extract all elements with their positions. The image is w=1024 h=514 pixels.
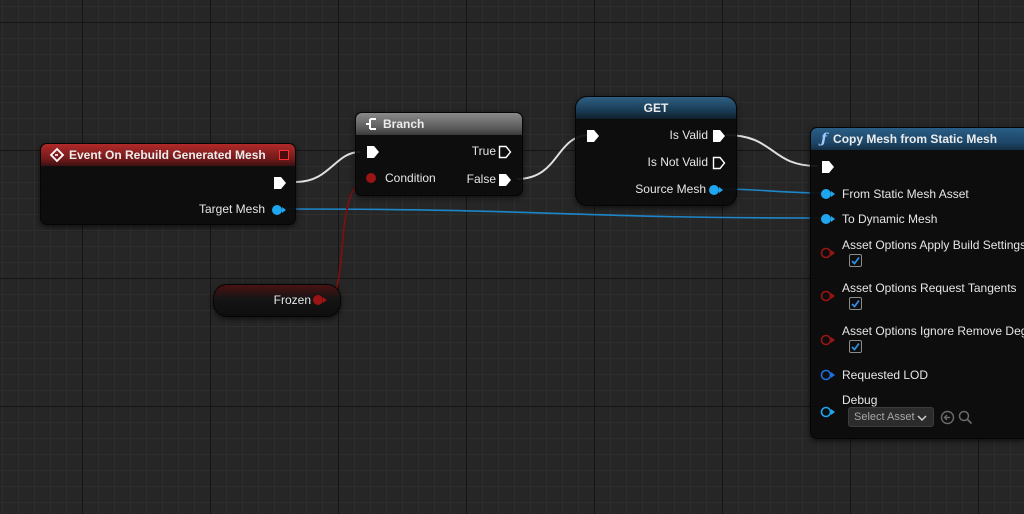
function-f-icon: ƒ bbox=[821, 131, 828, 147]
debug-label: Debug bbox=[842, 393, 878, 407]
requested-lod-pin[interactable] bbox=[820, 369, 836, 381]
condition-in-pin[interactable] bbox=[365, 172, 379, 184]
get-exec-in-pin[interactable] bbox=[586, 129, 600, 143]
frozen-out-pin[interactable] bbox=[312, 294, 328, 306]
branch-node-header[interactable]: Branch bbox=[356, 113, 522, 135]
is-not-valid-exec-out-pin[interactable] bbox=[712, 156, 726, 170]
event-diamond-icon bbox=[49, 147, 65, 163]
get-node-title: GET bbox=[643, 101, 669, 115]
false-exec-out-pin[interactable] bbox=[498, 173, 512, 187]
apply-build-settings-pin[interactable] bbox=[820, 247, 836, 259]
true-label: True bbox=[471, 144, 496, 158]
source-mesh-out-pin[interactable] bbox=[708, 184, 724, 196]
search-icon[interactable] bbox=[958, 410, 973, 425]
branch-node[interactable]: Branch True Condition False bbox=[355, 112, 523, 196]
use-selected-asset-icon[interactable] bbox=[940, 410, 955, 425]
from-static-mesh-asset-label: From Static Mesh Asset bbox=[842, 187, 969, 201]
chevron-down-icon bbox=[917, 415, 927, 422]
false-label: False bbox=[466, 172, 496, 186]
ignore-remove-degenerates-pin[interactable] bbox=[820, 334, 836, 346]
get-node[interactable]: GET Is Valid Is Not Valid Source Mesh bbox=[575, 96, 737, 206]
get-node-header[interactable]: GET bbox=[576, 97, 736, 119]
frozen-variable-node[interactable]: Frozen bbox=[213, 284, 341, 317]
apply-build-settings-checkbox[interactable] bbox=[849, 254, 862, 267]
event-node-header[interactable]: Event On Rebuild Generated Mesh bbox=[41, 144, 295, 166]
bool-wire-frozen-to-condition bbox=[325, 177, 372, 301]
request-tangents-checkbox[interactable] bbox=[849, 297, 862, 310]
target-mesh-label: Target Mesh bbox=[198, 202, 265, 216]
checkmark-icon bbox=[851, 256, 860, 265]
source-mesh-label: Source Mesh bbox=[635, 182, 706, 196]
branch-node-title: Branch bbox=[383, 117, 425, 131]
is-valid-exec-out-pin[interactable] bbox=[712, 129, 726, 143]
checkmark-icon bbox=[851, 342, 860, 351]
debug-select-value: Select Asset bbox=[854, 411, 915, 423]
debug-asset-select[interactable]: Select Asset bbox=[848, 407, 934, 427]
copy-exec-in-pin[interactable] bbox=[821, 160, 835, 174]
checkmark-icon bbox=[851, 299, 860, 308]
request-tangents-pin[interactable] bbox=[820, 290, 836, 302]
event-node[interactable]: Event On Rebuild Generated Mesh Target M… bbox=[40, 143, 296, 225]
branch-icon bbox=[366, 118, 376, 130]
requested-lod-label: Requested LOD bbox=[842, 368, 929, 382]
ignore-remove-degenerates-label: Asset Options Ignore Remove Dege bbox=[842, 324, 1024, 338]
copy-mesh-node-header[interactable]: ƒ Copy Mesh from Static Mesh bbox=[811, 128, 1024, 150]
object-wire-target-mesh bbox=[283, 208, 826, 219]
delegate-pin-icon[interactable] bbox=[279, 150, 289, 160]
event-exec-out-pin[interactable] bbox=[273, 176, 287, 190]
to-dynamic-mesh-pin[interactable] bbox=[820, 213, 836, 225]
debug-pin[interactable] bbox=[820, 406, 836, 418]
exec-wire-event-to-branch bbox=[295, 151, 361, 183]
condition-label: Condition bbox=[385, 171, 436, 185]
from-static-mesh-asset-pin[interactable] bbox=[820, 188, 836, 200]
true-exec-out-pin[interactable] bbox=[498, 145, 512, 159]
exec-wire-get-to-copy bbox=[725, 134, 818, 167]
is-not-valid-label: Is Not Valid bbox=[647, 155, 708, 169]
to-dynamic-mesh-label: To Dynamic Mesh bbox=[842, 212, 938, 226]
is-valid-label: Is Valid bbox=[669, 128, 708, 142]
ignore-remove-degenerates-checkbox[interactable] bbox=[849, 340, 862, 353]
event-node-title: Event On Rebuild Generated Mesh bbox=[69, 148, 266, 162]
request-tangents-label: Asset Options Request Tangents bbox=[842, 281, 1017, 295]
copy-mesh-from-static-mesh-node[interactable]: ƒ Copy Mesh from Static Mesh From Static… bbox=[810, 127, 1024, 439]
branch-exec-in-pin[interactable] bbox=[366, 145, 380, 159]
frozen-label: Frozen bbox=[273, 293, 311, 307]
apply-build-settings-label: Asset Options Apply Build Settings bbox=[842, 238, 1024, 252]
target-mesh-out-pin[interactable] bbox=[271, 204, 287, 216]
copy-mesh-node-title: Copy Mesh from Static Mesh bbox=[833, 132, 998, 146]
